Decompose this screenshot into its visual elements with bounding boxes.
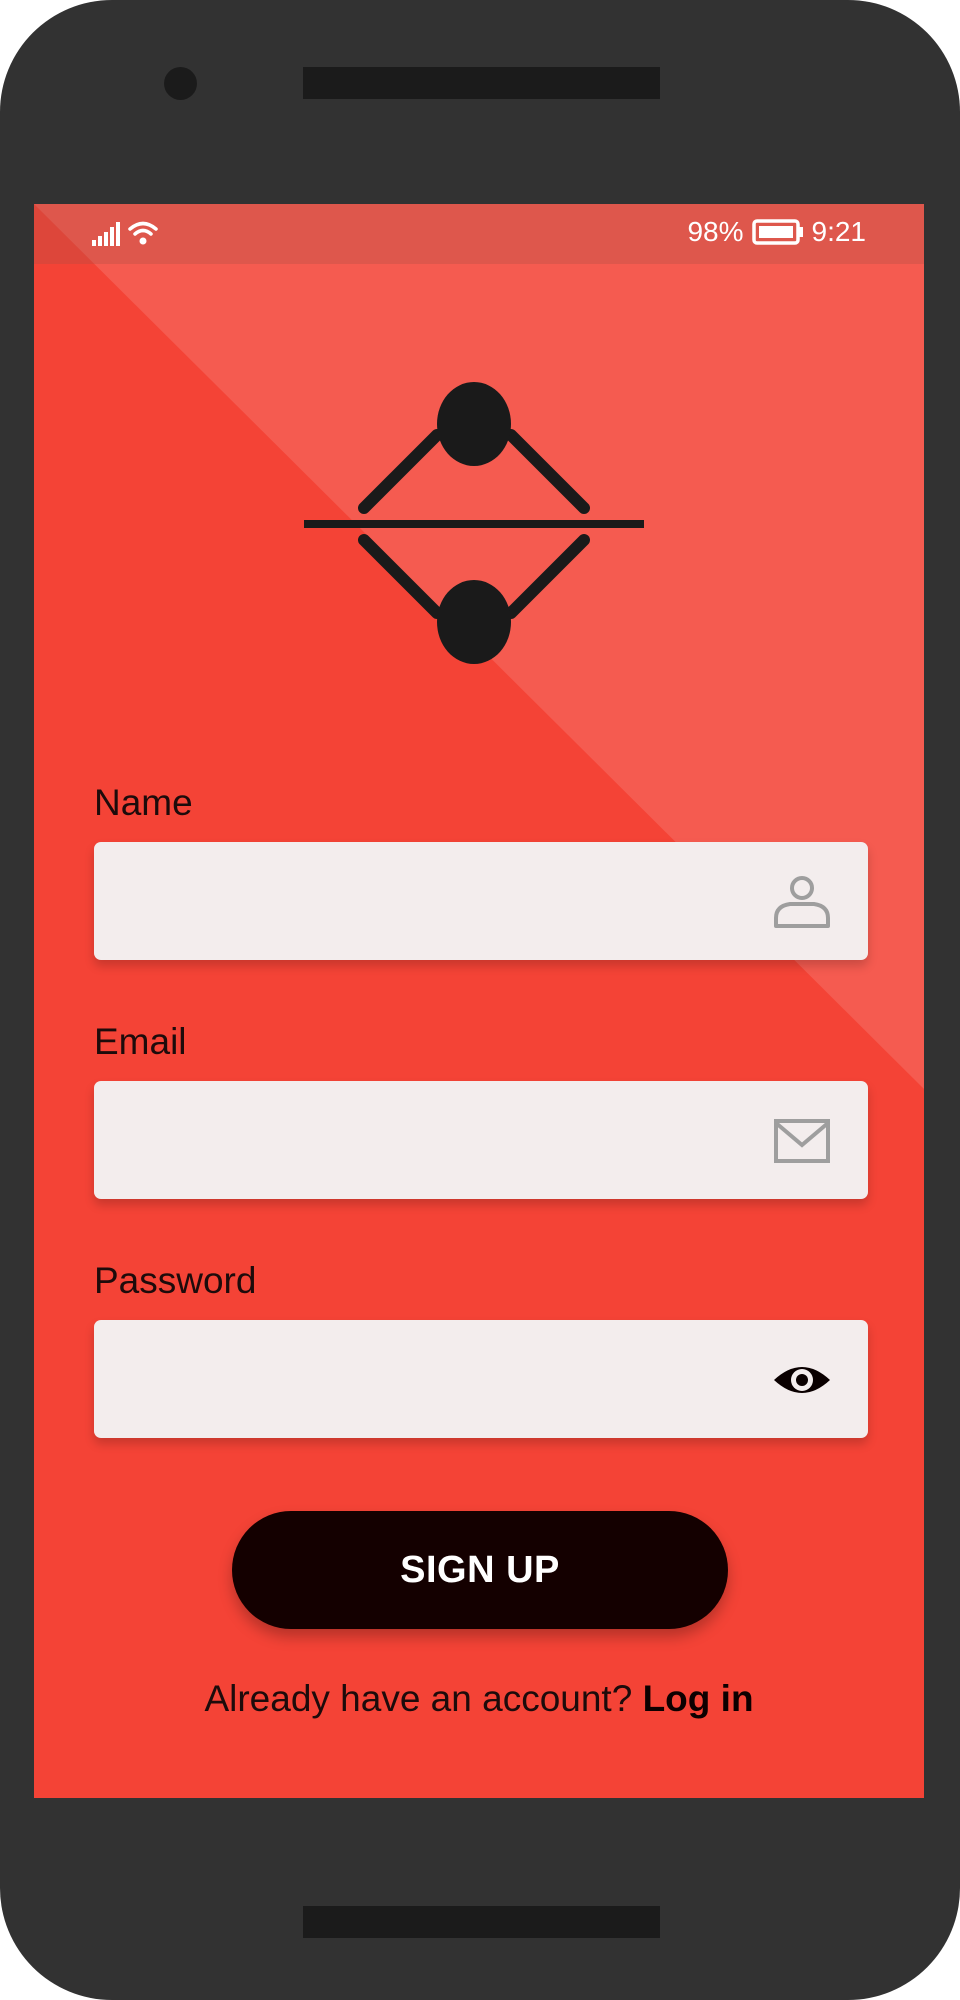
login-link[interactable]: Log in <box>643 1678 754 1719</box>
phone-frame: 98% 9:21 Name Email Password SIGN UP Alr… <box>0 0 960 2000</box>
login-prompt-text: Already have an account? <box>204 1678 633 1719</box>
battery-percent: 98% <box>687 216 744 247</box>
password-input[interactable] <box>118 1320 762 1440</box>
logo-icon <box>304 382 644 664</box>
eye-icon[interactable] <box>772 1350 832 1410</box>
email-field[interactable] <box>94 1081 868 1201</box>
signal-icon <box>92 222 120 246</box>
name-field[interactable] <box>94 842 868 962</box>
user-icon <box>774 876 830 928</box>
wifi-icon <box>128 221 158 245</box>
email-label: Email <box>94 1021 187 1062</box>
bottom-speaker <box>303 1906 660 1938</box>
password-label: Password <box>94 1260 257 1301</box>
status-right: 98% 9:21 <box>687 216 866 248</box>
password-field[interactable] <box>94 1320 868 1440</box>
mail-icon <box>774 1119 830 1163</box>
login-prompt: Already have an account? Log in <box>34 1678 924 1720</box>
status-bar: 98% 9:21 <box>34 204 924 264</box>
top-speaker <box>303 67 660 99</box>
app-screen: 98% 9:21 Name Email Password SIGN UP Alr… <box>34 204 924 1798</box>
status-left <box>92 220 158 246</box>
name-label: Name <box>94 782 193 823</box>
clock-time: 9:21 <box>811 216 867 247</box>
signup-button[interactable]: SIGN UP <box>232 1511 728 1629</box>
name-input[interactable] <box>118 842 762 962</box>
email-input[interactable] <box>118 1081 762 1201</box>
battery-icon <box>751 219 803 245</box>
front-camera <box>164 67 197 100</box>
